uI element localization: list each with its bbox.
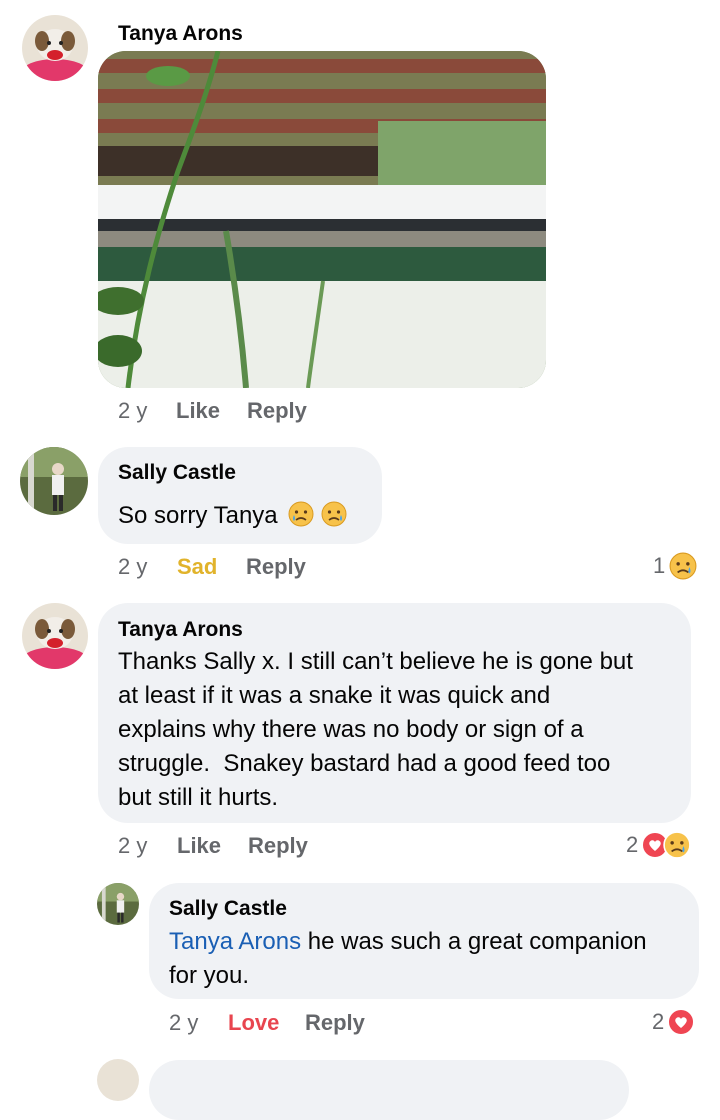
- timestamp: 2 y: [118, 833, 148, 858]
- love-reaction-button[interactable]: Love: [228, 1010, 279, 1036]
- comment-bubble: Sally Castle Tanya Arons he was such a g…: [149, 883, 699, 999]
- comment-author[interactable]: Tanya Arons: [118, 22, 243, 46]
- avatar-tanya[interactable]: [22, 15, 88, 81]
- sad-reaction-button[interactable]: Sad: [177, 554, 217, 580]
- comment-text-body: he was such a great companion: [301, 928, 647, 955]
- comment-text-body: So sorry Tanya: [118, 502, 278, 529]
- crying-face-icon: [288, 501, 314, 527]
- reaction-count: 2: [652, 1009, 665, 1034]
- reaction-count: 2: [626, 832, 639, 857]
- timestamp: 2 y: [169, 1010, 199, 1035]
- avatar-tanya[interactable]: [22, 603, 88, 669]
- reply-button[interactable]: Reply: [246, 554, 306, 580]
- avatar-person-photo: [20, 447, 88, 515]
- avatar-person-photo: [97, 883, 139, 925]
- like-button[interactable]: Like: [177, 833, 221, 859]
- reaction-summary[interactable]: 1: [653, 552, 697, 580]
- comment-line: explains why there was no body or sign o…: [118, 716, 584, 743]
- crying-face-icon: [663, 831, 691, 859]
- reply-button[interactable]: Reply: [247, 398, 307, 424]
- avatar-dog-photo: [22, 603, 88, 669]
- comment-line: but still it hurts.: [118, 784, 279, 811]
- crying-face-icon: [669, 552, 697, 580]
- comment-line: at least if it was a snake it was quick …: [118, 682, 551, 709]
- comment-bubble: Tanya Arons Thanks Sally x. I still can’…: [98, 603, 691, 823]
- comment-author[interactable]: Sally Castle: [169, 897, 287, 921]
- reply-button[interactable]: Reply: [305, 1010, 365, 1036]
- avatar-tanya[interactable]: [97, 1059, 139, 1101]
- comment-photo[interactable]: [98, 51, 546, 388]
- timestamp: 2 y: [118, 554, 148, 579]
- comment-text: So sorry Tanya: [118, 499, 347, 533]
- comment-text: Tanya Arons he was such a great companio…: [169, 925, 689, 993]
- comment-line: for you.: [169, 962, 250, 989]
- comment-author[interactable]: Sally Castle: [118, 461, 236, 485]
- comment-author[interactable]: Tanya Arons: [118, 618, 243, 642]
- window-garden-photo: [98, 51, 546, 388]
- avatar-dog-photo: [22, 15, 88, 81]
- comment-line: Tanya Arons he was such a great companio…: [169, 925, 689, 959]
- reaction-count: 1: [653, 553, 666, 578]
- comment-text: Thanks Sally x. I still can’t believe he…: [118, 645, 678, 815]
- comment-line: Thanks Sally x. I still can’t believe he…: [118, 648, 633, 675]
- reaction-summary[interactable]: 2: [626, 831, 691, 859]
- love-heart-icon: [667, 1008, 696, 1036]
- crying-face-icon: [321, 501, 347, 527]
- comment-line: struggle. Snakey bastard had a good feed…: [118, 750, 611, 777]
- avatar-sally[interactable]: [97, 883, 139, 925]
- comment-bubble: [149, 1060, 629, 1120]
- avatar-sally[interactable]: [20, 447, 88, 515]
- like-button[interactable]: Like: [176, 398, 220, 424]
- mention-link[interactable]: Tanya Arons: [169, 928, 301, 955]
- comment-bubble: Sally Castle So sorry Tanya: [98, 447, 382, 544]
- reply-button[interactable]: Reply: [248, 833, 308, 859]
- timestamp: 2 y: [118, 398, 148, 423]
- reaction-summary[interactable]: 2: [652, 1008, 696, 1036]
